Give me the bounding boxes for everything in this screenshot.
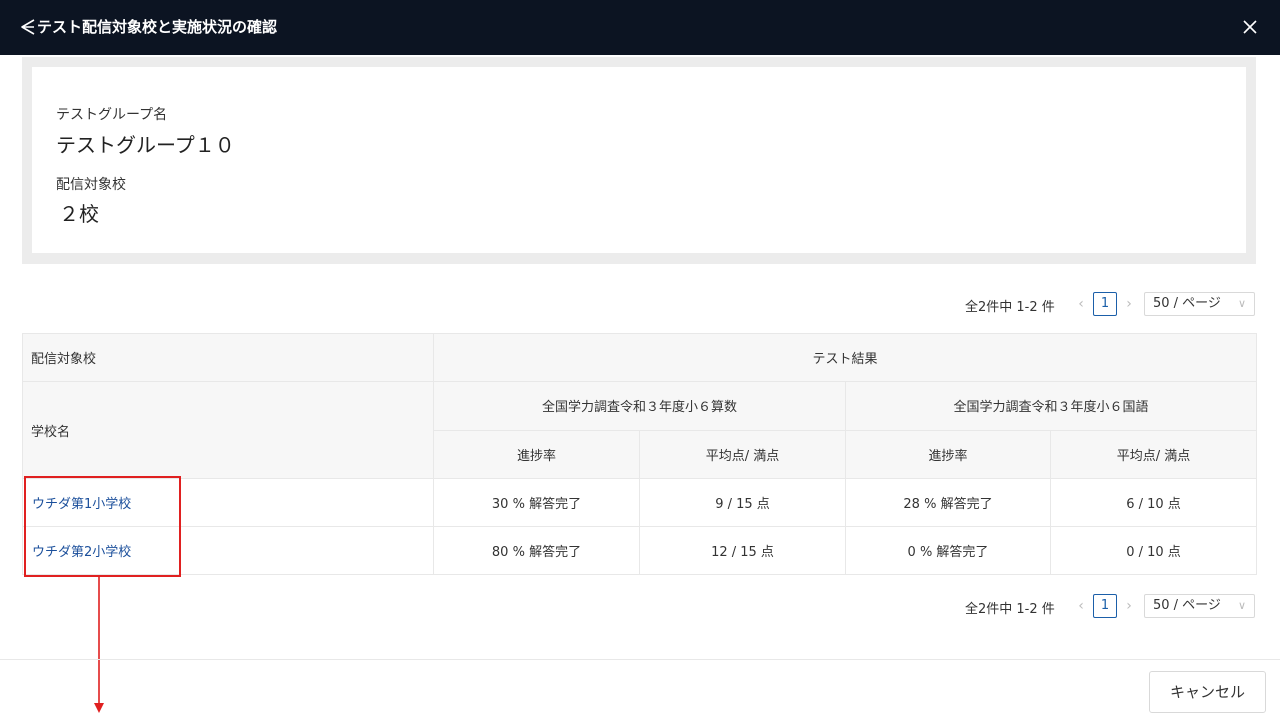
- prev-page-icon[interactable]: ‹: [1075, 294, 1087, 314]
- page-size-select[interactable]: 50 / ページ ∨: [1144, 292, 1255, 316]
- info-card: テストグループ名 テストグループ１０ 配信対象校 ２校: [32, 67, 1246, 253]
- header-test-results: テスト結果: [432, 333, 1258, 382]
- close-icon[interactable]: [1240, 17, 1260, 37]
- progress-cell: 80 % 解答完了: [433, 526, 640, 575]
- school-link[interactable]: ウチダ第1小学校: [22, 478, 434, 527]
- footer-divider: [0, 659, 1280, 660]
- pagination-summary: 全2件中 1-2 件: [965, 602, 1055, 617]
- page-number-button[interactable]: 1: [1093, 594, 1117, 618]
- score-cell: 12 / 15 点: [639, 526, 846, 575]
- group-name-label: テストグループ名: [56, 107, 168, 123]
- header-test-math: 全国学力調査令和３年度小６算数: [433, 381, 846, 431]
- header-score: 平均点/ 満点: [639, 429, 846, 479]
- info-panel: テストグループ名 テストグループ１０ 配信対象校 ２校: [22, 57, 1256, 264]
- next-page-icon[interactable]: ›: [1123, 596, 1135, 616]
- page-size-select[interactable]: 50 / ページ ∨: [1144, 594, 1255, 618]
- results-table: 配信対象校 テスト結果 学校名 全国学力調査令和３年度小６算数 全国学力調査令和…: [22, 333, 1258, 575]
- header-progress: 進捗率: [845, 429, 1051, 479]
- header-progress: 進捗率: [433, 429, 640, 479]
- chevron-down-icon: ∨: [1237, 599, 1246, 612]
- page-size-value: 50 / ページ: [1153, 598, 1221, 613]
- header-score: 平均点/ 満点: [1049, 429, 1258, 479]
- header-test-japanese: 全国学力調査令和３年度小６国語: [844, 381, 1258, 431]
- header-school-name: 学校名: [22, 381, 434, 479]
- chevron-down-icon: ∨: [1237, 297, 1246, 310]
- down-arrow-annotation: [94, 577, 104, 713]
- dialog-title: テスト配信対象校と実施状況の確認: [37, 18, 278, 36]
- progress-cell: 28 % 解答完了: [845, 478, 1051, 527]
- progress-cell: 0 % 解答完了: [845, 526, 1051, 575]
- table-row: ウチダ第1小学校 30 % 解答完了 9 / 15 点 28 % 解答完了 6 …: [22, 478, 1258, 527]
- group-name-value: テストグループ１０: [56, 133, 235, 157]
- page-number-button[interactable]: 1: [1093, 292, 1117, 316]
- table-row: ウチダ第2小学校 80 % 解答完了 12 / 15 点 0 % 解答完了 0 …: [22, 526, 1258, 575]
- score-cell: 9 / 15 点: [639, 478, 846, 527]
- prev-page-icon[interactable]: ‹: [1075, 596, 1087, 616]
- back-icon[interactable]: [20, 18, 36, 36]
- pagination-summary: 全2件中 1-2 件: [965, 300, 1055, 315]
- school-link[interactable]: ウチダ第2小学校: [22, 526, 434, 575]
- cancel-button[interactable]: キャンセル: [1149, 671, 1266, 713]
- pagination-top: 全2件中 1-2 件 ‹ 1 › 50 / ページ ∨: [965, 292, 1256, 316]
- page-size-value: 50 / ページ: [1153, 296, 1221, 311]
- next-page-icon[interactable]: ›: [1123, 294, 1135, 314]
- header-target-schools: 配信対象校: [22, 333, 434, 382]
- pagination-bottom: 全2件中 1-2 件 ‹ 1 › 50 / ページ ∨: [965, 594, 1256, 618]
- score-cell: 6 / 10 点: [1049, 478, 1258, 527]
- dialog-header: テスト配信対象校と実施状況の確認: [0, 0, 1280, 55]
- score-cell: 0 / 10 点: [1049, 526, 1258, 575]
- target-schools-label: 配信対象校: [56, 177, 126, 193]
- progress-cell: 30 % 解答完了: [433, 478, 640, 527]
- target-schools-value: ２校: [59, 202, 99, 226]
